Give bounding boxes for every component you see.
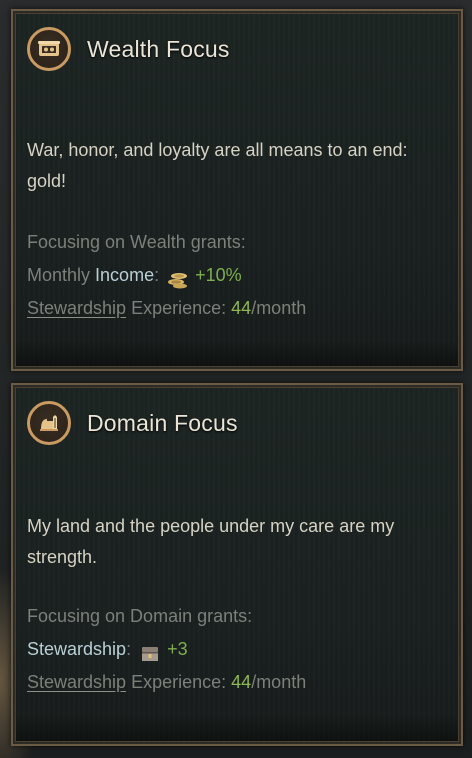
experience-unit: /month [251, 298, 307, 318]
card-description: My land and the people under my care are… [27, 516, 395, 567]
wealth-focus-tooltip: Wealth Focus War, honor, and loyalty are… [11, 9, 463, 371]
card-title: Wealth Focus [87, 35, 230, 62]
frame-shadow [16, 340, 458, 366]
frame-shadow [16, 715, 458, 741]
stewardship-chest-icon [139, 641, 161, 661]
experience-unit: /month [251, 672, 307, 692]
grants-section: Focusing on Domain grants: Stewardship: … [27, 600, 447, 699]
modifier-colon: : [126, 639, 132, 659]
wealth-focus-icon [27, 27, 71, 71]
grants-heading: Focusing on Domain grants: [27, 606, 253, 626]
modifier-prefix: Monthly [27, 265, 91, 285]
grants-section: Focusing on Wealth grants: Monthly Incom… [27, 226, 447, 325]
stewardship-value: +3 [167, 639, 188, 659]
grants-heading: Focusing on Wealth grants: [27, 232, 246, 252]
stewardship-skill-link[interactable]: Stewardship [27, 633, 126, 666]
card-title: Domain Focus [87, 409, 238, 436]
card-description: War, honor, and loyalty are all means to… [27, 140, 408, 191]
experience-value: 44 [231, 672, 252, 692]
income-value: +10% [195, 265, 242, 285]
gold-coins-icon [167, 267, 189, 288]
card-header: Domain Focus [27, 399, 238, 447]
domain-focus-tooltip: Domain Focus My land and the people unde… [11, 383, 463, 746]
experience-label: Experience: [131, 298, 227, 318]
modifier-colon: : [154, 265, 160, 285]
stewardship-link[interactable]: Stewardship [27, 292, 126, 325]
card-header: Wealth Focus [27, 25, 230, 73]
income-modifier-line: Monthly Income: +10% [27, 259, 447, 292]
experience-line: Stewardship Experience: 44/month [27, 666, 447, 699]
stewardship-link[interactable]: Stewardship [27, 666, 126, 699]
income-link[interactable]: Income [95, 259, 154, 292]
experience-line: Stewardship Experience: 44/month [27, 292, 447, 325]
domain-focus-icon [27, 401, 71, 445]
experience-value: 44 [231, 298, 252, 318]
experience-label: Experience: [131, 672, 227, 692]
stewardship-modifier-line: Stewardship: +3 [27, 633, 447, 666]
